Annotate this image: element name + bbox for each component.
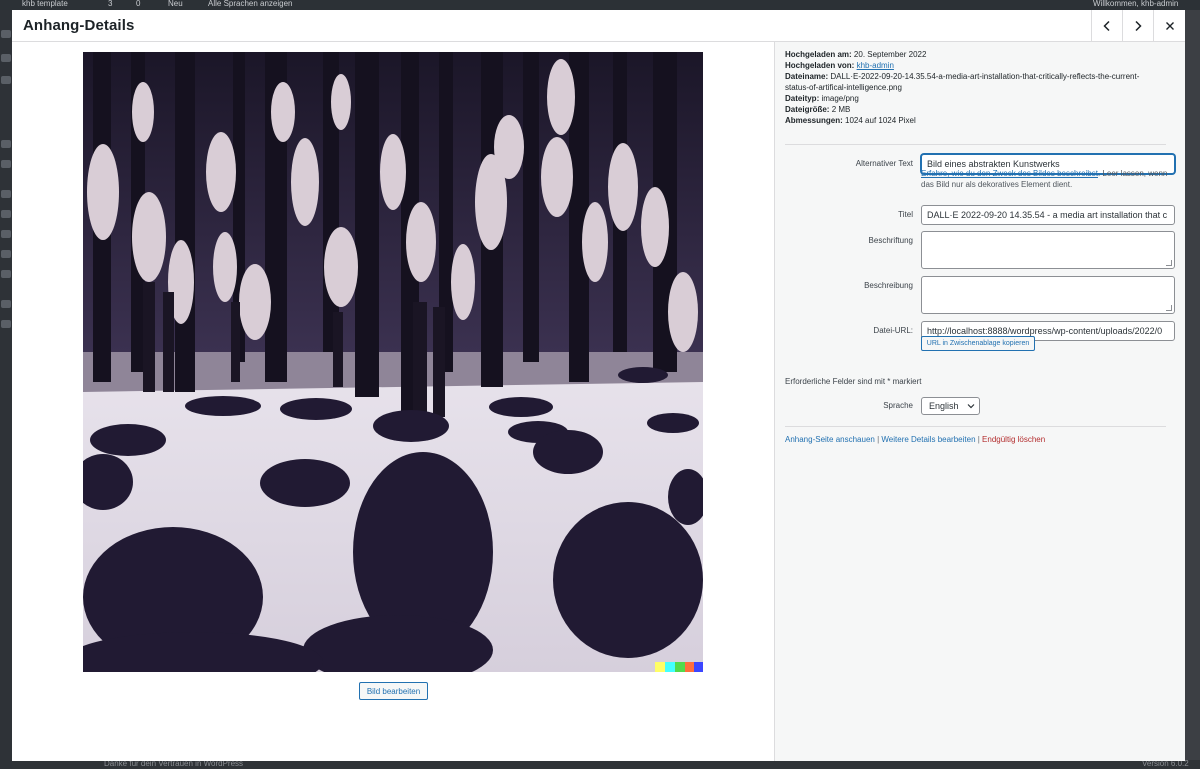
divider — [785, 144, 1166, 145]
attachment-preview-image — [83, 52, 703, 672]
view-attachment-page-link[interactable]: Anhang-Seite anschauen — [785, 435, 875, 444]
comments-icon[interactable] — [1, 160, 11, 168]
close-button[interactable] — [1153, 10, 1185, 42]
tools-icon[interactable] — [1, 250, 11, 258]
pages-icon[interactable] — [1, 140, 11, 148]
language-select-value: English — [929, 401, 959, 411]
divider — [785, 426, 1166, 427]
attachment-actions: Anhang-Seite anschauen | Weitere Details… — [785, 435, 1045, 444]
chevron-down-icon — [967, 404, 975, 409]
edit-image-button[interactable]: Bild bearbeiten — [359, 682, 428, 700]
media-icon[interactable] — [1, 76, 11, 84]
settings-icon[interactable] — [1, 270, 11, 278]
description-textarea[interactable] — [921, 276, 1175, 314]
uploaded-by-row: Hochgeladen von: khb-admin — [785, 60, 1180, 71]
plugins-icon[interactable] — [1, 210, 11, 218]
caption-textarea[interactable] — [921, 231, 1175, 269]
file-url-label: Datei-URL: — [873, 326, 913, 335]
artwork-image — [83, 52, 703, 672]
footer-thanks: Danke für dein Vertrauen in WordPress — [104, 760, 244, 768]
modal-title: Anhang-Details — [23, 17, 135, 34]
uploaded-by-link[interactable]: khb-admin — [857, 61, 894, 70]
modal-header: Anhang-Details — [12, 10, 1185, 42]
admin-footer: Danke für dein Vertrauen in WordPress Ve… — [12, 760, 1200, 769]
filetype-row: Dateityp: image/png — [785, 93, 1180, 104]
users-icon[interactable] — [1, 230, 11, 238]
comments-count[interactable]: 0 — [136, 0, 140, 8]
custom-icon[interactable] — [1, 300, 11, 308]
footer-version: Version 6.0.2 — [1142, 760, 1189, 768]
dashboard-icon[interactable] — [1, 30, 11, 38]
language-select[interactable]: English — [921, 397, 980, 415]
next-button[interactable] — [1122, 10, 1153, 42]
uploaded-on-value: 20. September 2022 — [853, 50, 927, 59]
posts-icon[interactable] — [1, 54, 11, 62]
dimensions-row: Abmessungen: 1024 auf 1024 Pixel — [785, 115, 1180, 126]
dimensions-value: 1024 auf 1024 Pixel — [845, 116, 916, 125]
uploaded-on-label: Hochgeladen am: — [785, 50, 852, 59]
filename-row: Dateiname: DALL·E-2022-09-20-14.35.54-a-… — [785, 71, 1180, 82]
admin-sidebar — [0, 10, 12, 769]
caption-label: Beschriftung — [868, 236, 913, 245]
filesize-value: 2 MB — [831, 105, 851, 114]
uploaded-on-row: Hochgeladen am: 20. September 2022 — [785, 49, 1180, 60]
title-input[interactable]: DALL·E 2022-09-20 14.35.54 - a media art… — [921, 205, 1175, 225]
dimensions-label: Abmessungen: — [785, 116, 843, 125]
appearance-icon[interactable] — [1, 190, 11, 198]
attachment-info-sidebar: Hochgeladen am: 20. September 2022 Hochg… — [774, 42, 1185, 761]
filetype-label: Dateityp: — [785, 94, 820, 103]
edit-more-details-link[interactable]: Weitere Details bearbeiten — [881, 435, 975, 444]
copy-url-button[interactable]: URL in Zwischenablage kopieren — [921, 336, 1035, 351]
required-fields-note: Erforderliche Felder sind mit * markiert — [785, 377, 922, 386]
file-details: Hochgeladen am: 20. September 2022 Hochg… — [785, 49, 1180, 126]
chevron-right-icon — [1135, 20, 1142, 32]
alt-text-help: Erfahre, wie du den Zweck des Bildes bes… — [921, 168, 1177, 190]
title-label: Titel — [898, 210, 913, 219]
alt-text-help-link[interactable]: Erfahre, wie du den Zweck des Bildes bes… — [921, 169, 1098, 178]
site-name[interactable]: khb template — [22, 0, 68, 8]
language-label: Sprache — [883, 401, 913, 410]
filesize-label: Dateigröße: — [785, 105, 830, 114]
new-menu[interactable]: Neu — [168, 0, 183, 8]
filename-row-continued: status-of-artifical-intelligence.png — [785, 83, 902, 92]
alt-text-label: Alternativer Text — [855, 159, 913, 168]
user-greeting[interactable]: Willkommen, khb-admin — [1093, 0, 1178, 8]
filename-label: Dateiname: — [785, 72, 829, 81]
admin-bar: khb template 3 0 Neu Alle Sprachen anzei… — [0, 0, 1200, 10]
updates-count[interactable]: 3 — [108, 0, 112, 8]
collapse-icon[interactable] — [1, 320, 11, 328]
attachment-media-view: Bild bearbeiten — [12, 42, 774, 761]
delete-permanently-link[interactable]: Endgültig löschen — [982, 435, 1045, 444]
previous-button[interactable] — [1091, 10, 1122, 42]
filetype-value: image/png — [821, 94, 859, 103]
attachment-details-modal: Anhang-Details Bild bearbeiten Hochgelad… — [12, 10, 1185, 761]
description-label: Beschreibung — [864, 281, 913, 290]
languages-menu[interactable]: Alle Sprachen anzeigen — [208, 0, 293, 8]
filename-value: DALL·E-2022-09-20-14.35.54-a-media-art-i… — [830, 72, 1140, 81]
filesize-row: Dateigröße: 2 MB — [785, 104, 1180, 115]
chevron-left-icon — [1103, 20, 1110, 32]
uploaded-by-label: Hochgeladen von: — [785, 61, 855, 70]
close-icon — [1165, 22, 1174, 30]
